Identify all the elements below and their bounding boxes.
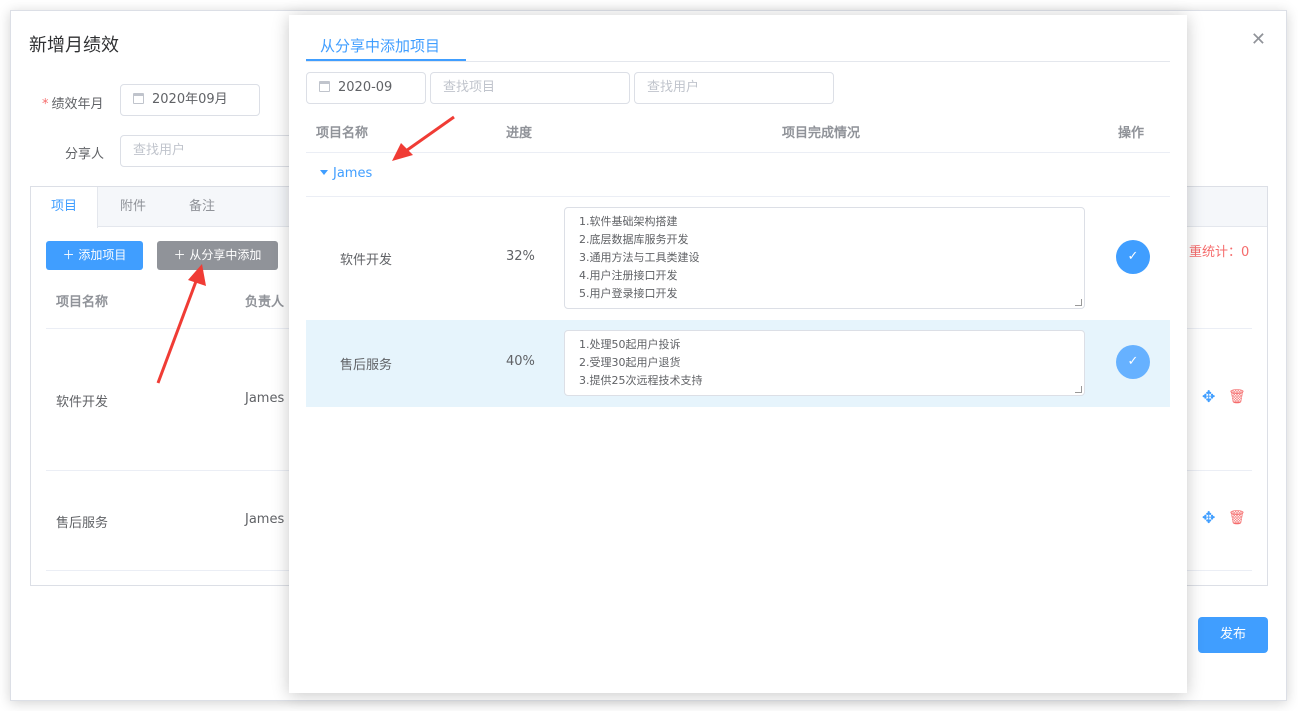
row-name: 售后服务 — [56, 516, 109, 531]
divider — [306, 61, 1170, 62]
search-user-input[interactable]: 查找用户 — [634, 72, 834, 104]
detail-textarea[interactable]: 1.处理50起用户投诉 2.受理30起用户退货 3.提供25次远程技术支持 — [564, 330, 1085, 396]
row-name: 售后服务 — [340, 358, 393, 373]
add-from-share-button[interactable]: ＋ 从分享中添加 — [157, 241, 278, 270]
tab-projects[interactable]: 项目 — [31, 187, 99, 228]
sharer-label: 分享人 — [65, 147, 105, 162]
row-owner: James — [245, 391, 285, 406]
search-project-input[interactable]: 查找项目 — [430, 72, 630, 104]
close-icon[interactable]: ✕ — [1251, 29, 1266, 50]
divider — [306, 152, 1170, 153]
annotation-arrow — [392, 115, 455, 161]
col-action: 操作 — [1118, 126, 1145, 141]
publish-button[interactable]: 发布 — [1198, 617, 1268, 653]
delete-icon[interactable]: 🗑 — [1228, 510, 1246, 526]
move-icon[interactable]: ✥ — [1202, 508, 1215, 527]
delete-icon[interactable]: 🗑 — [1228, 389, 1246, 405]
caret-down-icon — [320, 170, 328, 175]
month-picker[interactable]: 2020-09 — [306, 72, 426, 104]
detail-textarea[interactable]: 1.软件基础架构搭建 2.底层数据库服务开发 3.通用方法与工具类建设 4.用户… — [564, 207, 1085, 309]
period-date-picker[interactable]: 2020年09月 — [120, 84, 260, 116]
calendar-icon — [133, 93, 144, 104]
dialog-title: 新增月绩效 — [29, 35, 119, 56]
select-check-button[interactable]: ✓ — [1116, 345, 1150, 379]
tab-attachments[interactable]: 附件 — [100, 187, 166, 227]
move-icon[interactable]: ✥ — [1202, 387, 1215, 406]
resize-handle[interactable] — [1075, 386, 1082, 393]
resize-handle[interactable] — [1075, 299, 1082, 306]
col-progress: 进度 — [506, 126, 533, 141]
col-detail: 项目完成情况 — [782, 126, 861, 141]
col-project-name: 项目名称 — [316, 126, 369, 141]
row-owner: James — [245, 512, 285, 527]
row-progress: 32% — [506, 249, 535, 264]
group-toggle-james[interactable]: James — [320, 166, 372, 181]
select-check-button[interactable]: ✓ — [1116, 240, 1150, 274]
period-label: * 绩效年月 — [42, 97, 104, 112]
add-from-share-dialog: 从分享中添加项目 2020-09 查找项目 查找用户 项目名称 进度 项目完成情… — [289, 15, 1187, 693]
col-project-name: 项目名称 — [56, 295, 109, 310]
tab-notes[interactable]: 备注 — [169, 187, 235, 227]
stat-text: 重统计：0 — [1189, 245, 1250, 260]
divider — [306, 196, 1170, 197]
sharer-search-input[interactable]: 查找用户 — [120, 135, 300, 167]
calendar-icon — [319, 81, 330, 92]
row-name: 软件开发 — [56, 395, 109, 410]
overlay-title: 从分享中添加项目 — [320, 37, 441, 55]
add-project-button[interactable]: ＋ 添加项目 — [46, 241, 143, 270]
row-name: 软件开发 — [340, 253, 393, 268]
row-progress: 40% — [506, 354, 535, 369]
col-owner: 负责人 — [245, 295, 285, 310]
